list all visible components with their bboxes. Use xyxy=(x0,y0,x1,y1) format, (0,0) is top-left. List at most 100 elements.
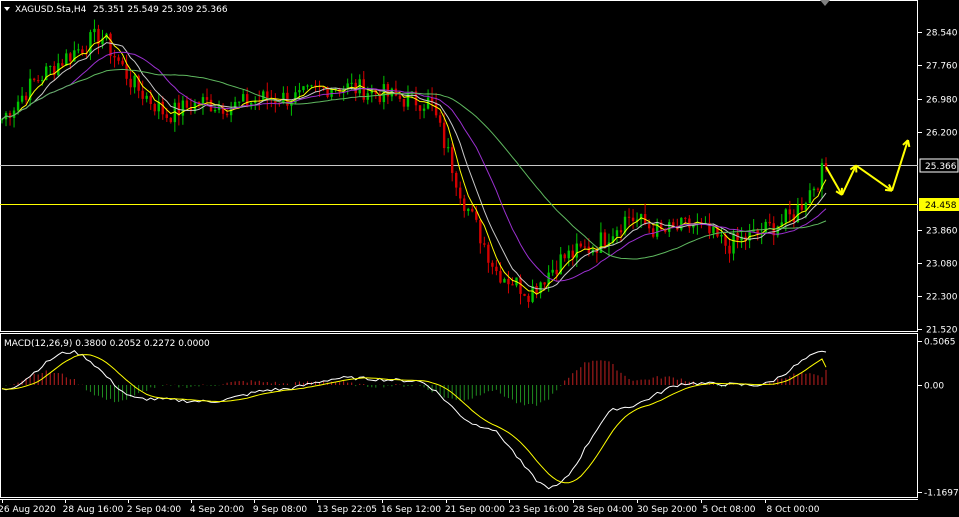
y-tick-label: 26.200 xyxy=(926,129,958,139)
y-tick-label: 28.540 xyxy=(926,29,958,39)
candle-body xyxy=(503,278,506,283)
candle-body xyxy=(434,102,438,116)
candle-body xyxy=(519,277,522,294)
candle-body xyxy=(712,226,715,234)
candle-body xyxy=(531,285,534,302)
candle-body xyxy=(213,109,217,112)
candle-body xyxy=(583,246,587,248)
support-price-tag: 24.458 xyxy=(919,198,959,211)
candle-body xyxy=(113,56,116,58)
trading-chart: XAGUSD.Sta,H4 25.351 25.549 25.309 25.36… xyxy=(0,0,959,517)
candle-body xyxy=(491,262,494,267)
macd-tick-top: 0.5065 xyxy=(918,338,956,348)
candle-body xyxy=(551,269,554,273)
x-tick-label: 28 Sep 04:00 xyxy=(573,505,633,515)
candle-body xyxy=(438,115,442,123)
candle-body xyxy=(398,95,402,99)
symbol-label: XAGUSD.Sta,H4 xyxy=(15,5,87,15)
candle-body xyxy=(471,208,474,212)
candle-body xyxy=(720,234,723,237)
y-tick-label: 22.300 xyxy=(926,293,958,303)
candle-body xyxy=(129,78,132,88)
candle-body xyxy=(153,103,156,112)
candle-body xyxy=(647,224,651,229)
candle-body xyxy=(161,101,164,115)
candle-body xyxy=(499,271,502,283)
candle-body xyxy=(109,33,112,57)
candle-body xyxy=(483,243,486,245)
candle-body xyxy=(61,63,64,66)
candle-body xyxy=(20,95,24,102)
candle-body xyxy=(527,295,530,302)
candle-body xyxy=(816,188,820,190)
candle-body xyxy=(495,266,498,272)
candle-body xyxy=(69,53,72,62)
candle-body xyxy=(732,233,735,254)
candle-body xyxy=(603,232,607,246)
candle-body xyxy=(446,147,450,149)
candle-body xyxy=(117,57,120,61)
candle-body xyxy=(680,217,683,230)
candle-body xyxy=(615,230,619,237)
y-tick-label: 23.860 xyxy=(926,227,958,237)
candle-body xyxy=(627,216,631,218)
candle-body xyxy=(36,80,40,82)
candle-body xyxy=(668,222,671,232)
candle-body xyxy=(555,269,558,275)
candle-body xyxy=(808,190,812,204)
candle-body xyxy=(237,101,241,103)
candle-body xyxy=(402,98,406,107)
macd-label: MACD(12,26,9) 0.3800 0.2052 0.2272 0.000… xyxy=(4,339,210,349)
candle-body xyxy=(800,205,804,210)
support-price-label: 24.458 xyxy=(925,201,957,211)
candle-body xyxy=(422,108,426,111)
candle-body xyxy=(507,278,510,285)
candle-body xyxy=(245,94,249,107)
candle-body xyxy=(619,230,623,233)
current-price-tag: 25.366 xyxy=(919,158,959,173)
candle-body xyxy=(418,105,422,111)
candle-body xyxy=(149,95,152,104)
candle-body xyxy=(125,64,128,79)
candle-body xyxy=(575,243,578,258)
candle-body xyxy=(563,254,566,259)
candle-body xyxy=(16,101,20,111)
x-tick-label: 9 Sep 08:00 xyxy=(253,505,308,515)
macd-tick-bottom: -1.1697 xyxy=(918,489,959,499)
ohlc-values: 25.351 25.549 25.309 25.366 xyxy=(93,5,228,15)
macd-tick-label: -1.1697 xyxy=(924,489,959,499)
candle-body xyxy=(535,285,538,294)
candle-body xyxy=(728,245,731,254)
x-tick-label: 13 Sep 22:05 xyxy=(317,505,377,515)
candle-body xyxy=(81,49,84,54)
candle-body xyxy=(141,90,144,99)
candle-body xyxy=(350,82,353,84)
candle-body xyxy=(567,250,570,259)
x-tick-label: 5 Oct 08:00 xyxy=(703,505,756,515)
x-tick-label: 21 Sep 00:00 xyxy=(445,505,505,515)
candle-body xyxy=(459,187,462,199)
candle-body xyxy=(93,28,96,33)
symbol-header: XAGUSD.Sta,H4 25.351 25.549 25.309 25.36… xyxy=(4,5,228,15)
candle-body xyxy=(688,218,691,228)
chart-background xyxy=(0,0,959,517)
x-tick-label: 28 Aug 16:00 xyxy=(63,505,124,515)
candle-body xyxy=(145,95,148,99)
candle-body xyxy=(467,208,470,211)
y-tick-label: 21.520 xyxy=(926,326,958,336)
candle-body xyxy=(24,95,28,101)
candle-body xyxy=(89,32,92,54)
candle-body xyxy=(463,198,466,211)
candle-body xyxy=(165,114,168,118)
x-tick-label: 4 Sep 20:00 xyxy=(190,505,245,515)
y-tick-label: 23.080 xyxy=(926,260,958,270)
candle-body xyxy=(306,85,309,87)
candle-body xyxy=(479,219,482,244)
candle-body xyxy=(310,85,313,87)
candle-body xyxy=(0,119,4,121)
candle-body xyxy=(768,221,771,224)
candle-body xyxy=(77,49,80,51)
candle-body xyxy=(804,203,808,210)
candle-body xyxy=(487,244,490,263)
candle-body xyxy=(40,80,44,82)
